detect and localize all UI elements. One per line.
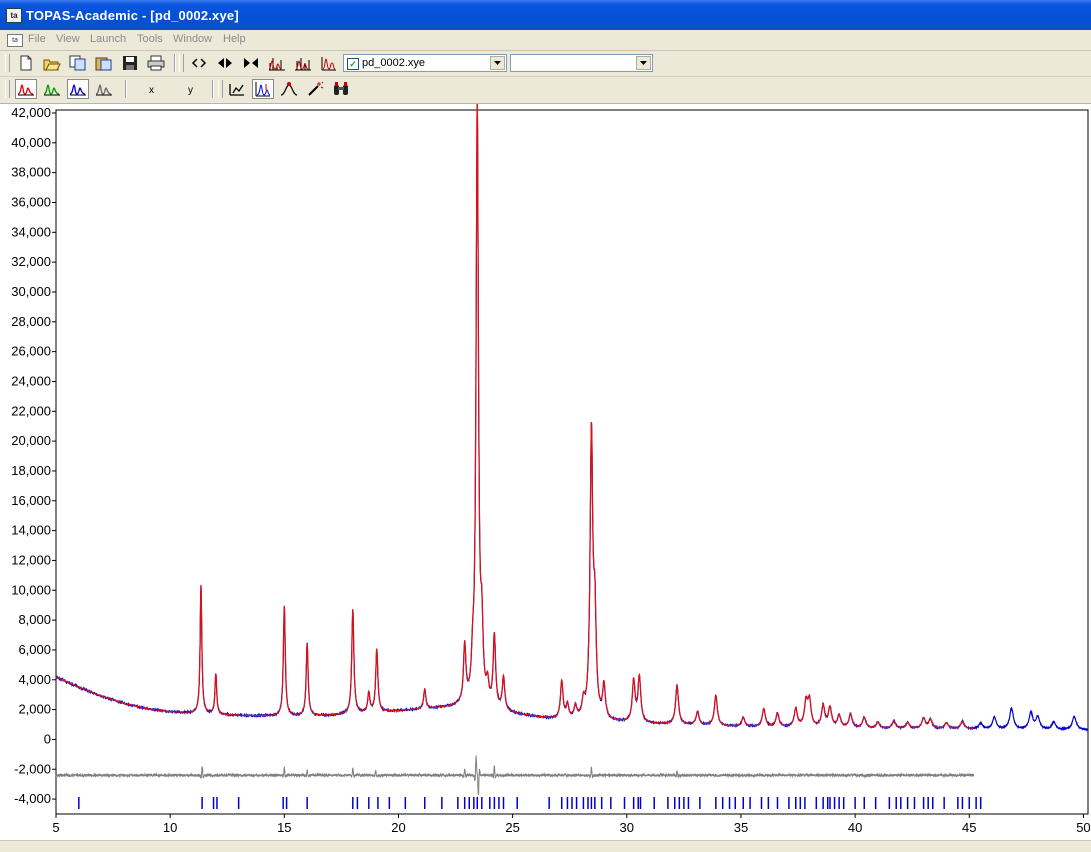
y-coordinate-label: y <box>188 85 193 96</box>
window-title: TOPAS-Academic - [pd_0002.xye] <box>26 8 239 23</box>
y-tick-label: 12,000 <box>11 552 51 567</box>
binoculars-icon[interactable] <box>330 79 352 99</box>
menu-window[interactable]: Window <box>173 33 212 45</box>
save-icon[interactable] <box>119 53 141 73</box>
reflection-markers <box>78 797 982 809</box>
mdi-document-icon[interactable]: ta <box>7 34 23 47</box>
y-tick-label: -4,000 <box>14 791 51 806</box>
open-folder-icon[interactable] <box>41 53 63 73</box>
y-tick-label: 38,000 <box>11 165 51 180</box>
y-tick-label: 6,000 <box>18 642 51 657</box>
toolbar-grip[interactable] <box>218 80 223 98</box>
file-combo-value: pd_0002.xye <box>362 57 425 69</box>
x-coordinate-label: x <box>149 85 154 96</box>
red-pattern-icon[interactable] <box>15 79 37 99</box>
shrink-horizontal-icon[interactable] <box>240 53 262 73</box>
peak-marker-icon[interactable] <box>278 79 300 99</box>
y-tick-label: 8,000 <box>18 612 51 627</box>
menu-help[interactable]: Help <box>223 33 246 45</box>
y-tick-label: 18,000 <box>11 463 51 478</box>
status-bar <box>0 840 1091 852</box>
toolbar-grip[interactable] <box>179 54 184 72</box>
x-tick-label: 20 <box>391 820 405 835</box>
y-tick-label: 10,000 <box>11 582 51 597</box>
x-tick-label: 50 <box>1076 820 1090 835</box>
y-tick-label: 26,000 <box>11 344 51 359</box>
y-tick-label: 34,000 <box>11 224 51 239</box>
peaks-select-icon[interactable] <box>318 53 340 73</box>
x-tick-label: 40 <box>848 820 862 835</box>
shift-left-right-icon[interactable] <box>214 53 236 73</box>
paste-icon[interactable] <box>93 53 115 73</box>
axes: 42,000 40,000 38,000 36,000 34,000 32,000 30,0… <box>11 105 1090 835</box>
plot-frame <box>55 109 1089 815</box>
x-tick-label: 35 <box>734 820 748 835</box>
peak-cursor-icon[interactable] <box>252 79 274 99</box>
magic-wand-icon[interactable] <box>304 79 326 99</box>
peaks-add-icon[interactable] <box>292 53 314 73</box>
calculated-curve <box>55 104 974 729</box>
green-pattern-icon[interactable] <box>41 79 63 99</box>
secondary-combo[interactable] <box>510 54 653 72</box>
toolbar-separator <box>212 80 214 98</box>
y-tick-label: 30,000 <box>11 284 51 299</box>
toolbar-separator <box>125 80 127 98</box>
menu-launch[interactable]: Launch <box>90 33 126 45</box>
powder-pattern-chart[interactable]: 42,000 40,000 38,000 36,000 34,000 32,000 30,0… <box>0 104 1091 840</box>
expand-horizontal-icon[interactable] <box>188 53 210 73</box>
toolbar-grip[interactable] <box>5 80 10 98</box>
scale-icon[interactable] <box>226 79 248 99</box>
x-tick-label: 15 <box>277 820 291 835</box>
copy-icon[interactable] <box>67 53 89 73</box>
menu-view[interactable]: View <box>56 33 80 45</box>
y-tick-label: 20,000 <box>11 433 51 448</box>
chevron-down-icon[interactable] <box>636 56 651 70</box>
y-tick-label: 24,000 <box>11 373 51 388</box>
x-tick-label: 25 <box>505 820 519 835</box>
title-bar: ta TOPAS-Academic - [pd_0002.xye] <box>0 0 1091 30</box>
y-tick-label: 22,000 <box>11 403 51 418</box>
y-tick-label: 16,000 <box>11 493 51 508</box>
observed-curve <box>55 104 1089 732</box>
grey-pattern-icon[interactable] <box>93 79 115 99</box>
y-tick-label: 4,000 <box>18 672 51 687</box>
x-tick-label: 30 <box>620 820 634 835</box>
y-tick-label: 32,000 <box>11 254 51 269</box>
new-file-icon[interactable] <box>15 53 37 73</box>
file-combo[interactable]: ✓ pd_0002.xye <box>343 54 507 72</box>
file-visible-checkbox[interactable]: ✓ <box>347 58 359 70</box>
blue-pattern-icon[interactable] <box>67 79 89 99</box>
x-tick-label: 45 <box>962 820 976 835</box>
y-tick-label: 14,000 <box>11 523 51 538</box>
view-toolbar: x y <box>0 77 1091 104</box>
y-tick-label: -2,000 <box>14 761 51 776</box>
y-tick-label: 0 <box>44 731 51 746</box>
plot-area[interactable]: 42,000 40,000 38,000 36,000 34,000 32,000 30,0… <box>0 104 1091 840</box>
peaks-icon[interactable] <box>266 53 288 73</box>
y-tick-label: 28,000 <box>11 314 51 329</box>
menu-file[interactable]: File <box>28 33 46 45</box>
print-icon[interactable] <box>145 53 167 73</box>
main-toolbar: ✓ pd_0002.xye <box>0 51 1091 76</box>
menu-bar: ta File View Launch Tools Window Help <box>0 30 1091 51</box>
y-tick-label: 36,000 <box>11 194 51 209</box>
x-tick-label: 10 <box>163 820 177 835</box>
app-icon[interactable]: ta <box>6 8 22 23</box>
chevron-down-icon[interactable] <box>490 56 505 70</box>
menu-tools[interactable]: Tools <box>137 33 163 45</box>
toolbar-grip[interactable] <box>5 54 10 72</box>
x-tick-label: 5 <box>52 820 59 835</box>
y-tick-label: 2,000 <box>18 702 51 717</box>
y-tick-label: 40,000 <box>11 135 51 150</box>
y-tick-label: 42,000 <box>11 105 51 120</box>
toolbar-separator <box>174 54 176 72</box>
difference-curve <box>55 755 975 796</box>
